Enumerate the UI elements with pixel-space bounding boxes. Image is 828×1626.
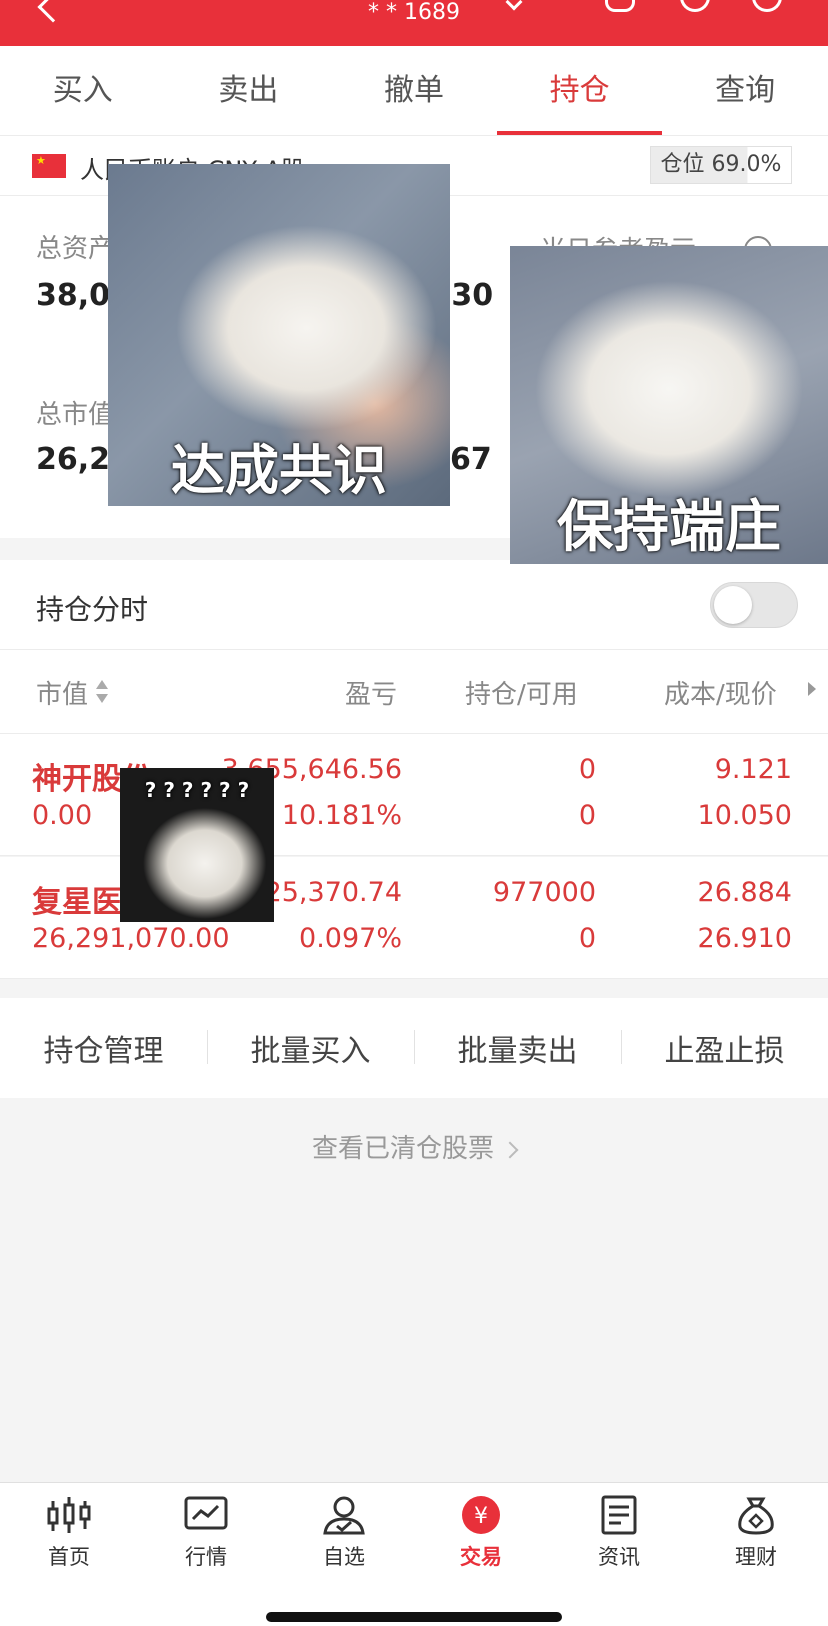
stock-market-value: 26,291,070.00 <box>32 923 230 954</box>
stock-pnl-pct: 0.097% <box>299 923 402 954</box>
nav-label: 交易 <box>460 1545 502 1569</box>
nav-news[interactable]: 资讯 <box>569 1495 669 1571</box>
cat-meme-sticker-consensus: 达成共识 <box>108 164 450 506</box>
nav-label: 资讯 <box>598 1545 640 1569</box>
header-pnl: 盈亏 <box>345 680 398 710</box>
tab-sell[interactable]: 卖出 <box>166 46 332 135</box>
stock-holding: 0 <box>578 754 596 785</box>
top-bar: * * 1689 <box>0 0 828 46</box>
nav-label: 行情 <box>185 1545 227 1569</box>
china-flag-icon: ★ <box>32 154 66 178</box>
sort-icon[interactable] <box>96 680 108 708</box>
header-cost-price: 成本/现价 <box>664 680 777 710</box>
position-ratio-badge: 仓位 69.0% <box>650 146 792 184</box>
stock-price: 26.910 <box>697 923 792 954</box>
holdings-manage-button[interactable]: 持仓管理 <box>0 1026 207 1070</box>
money-bag-icon <box>738 1497 774 1535</box>
batch-sell-button[interactable]: 批量卖出 <box>414 1026 621 1070</box>
market-value-label: 总市值 <box>36 400 115 430</box>
tab-buy[interactable]: 买入 <box>0 46 166 135</box>
stock-price: 10.050 <box>697 800 792 831</box>
bag-icon[interactable] <box>605 0 635 12</box>
sticker-caption: 保持端庄 <box>557 495 781 560</box>
chevron-right-icon <box>501 1141 519 1158</box>
holdings-action-bar: 持仓管理 批量买入 批量卖出 止盈止损 <box>0 998 828 1098</box>
total-assets-label: 总资产 <box>36 234 115 264</box>
cleared-stocks-link[interactable]: 查看已清仓股票 <box>0 1128 828 1165</box>
stock-available: 0 <box>578 800 596 831</box>
stock-holding: 977000 <box>492 877 596 908</box>
trade-tabs: 买入 卖出 撤单 持仓 查询 <box>0 46 828 136</box>
document-icon <box>601 1495 637 1535</box>
stock-cost: 26.884 <box>697 877 792 908</box>
sticker-caption: 达成共识 <box>171 439 387 502</box>
nav-trade[interactable]: ¥ 交易 <box>431 1495 531 1571</box>
nav-market[interactable]: 行情 <box>156 1495 256 1571</box>
stock-available: 0 <box>578 923 596 954</box>
nav-label: 自选 <box>323 1545 365 1569</box>
stock-cost: 9.121 <box>714 754 792 785</box>
home-indicator <box>266 1612 562 1622</box>
stock-pnl-pct: 10.181% <box>281 800 402 831</box>
nav-label: 理财 <box>735 1545 777 1569</box>
user-check-icon <box>323 1496 365 1535</box>
sticker-caption: ? ? ? ? ? ? <box>144 778 250 802</box>
header-market-value[interactable]: 市值 <box>36 674 88 711</box>
chart-icon <box>184 1496 228 1530</box>
cat-meme-sticker-dignified: 保持端庄 <box>510 246 828 564</box>
scroll-right-icon[interactable] <box>808 682 816 696</box>
toggle-knob <box>714 586 752 624</box>
nav-watchlist[interactable]: 自选 <box>294 1495 394 1571</box>
tab-cancel[interactable]: 撤单 <box>331 46 497 135</box>
cleared-stocks-label: 查看已清仓股票 <box>311 1134 494 1164</box>
intraday-toggle-switch[interactable] <box>710 582 798 628</box>
tab-holdings[interactable]: 持仓 <box>496 46 663 135</box>
yuan-icon: ¥ <box>462 1496 500 1534</box>
bottom-nav: 首页 行情 自选 ¥ 交易 资讯 理财 <box>0 1482 828 1626</box>
intraday-toggle-row: 持仓分时 <box>0 560 828 650</box>
available-value: 67 <box>450 442 492 477</box>
holdings-table-header: 市值 盈亏 持仓/可用 成本/现价 <box>0 650 828 734</box>
take-profit-stop-loss-button[interactable]: 止盈止损 <box>621 1026 828 1070</box>
stock-pnl: 25,370.74 <box>264 877 402 908</box>
candlestick-icon <box>47 1497 91 1533</box>
nav-label: 首页 <box>48 1545 90 1569</box>
intraday-toggle-label: 持仓分时 <box>36 593 149 626</box>
tab-query[interactable]: 查询 <box>662 46 828 135</box>
svg-text:¥: ¥ <box>474 1504 488 1529</box>
stock-market-value: 0.00 <box>32 800 93 831</box>
cat-meme-sticker-question: ? ? ? ? ? ? <box>120 768 274 922</box>
nav-home[interactable]: 首页 <box>19 1495 119 1571</box>
batch-buy-button[interactable]: 批量买入 <box>207 1026 414 1070</box>
header-holdings: 持仓/可用 <box>465 680 578 710</box>
nav-wealth[interactable]: 理财 <box>706 1495 806 1571</box>
